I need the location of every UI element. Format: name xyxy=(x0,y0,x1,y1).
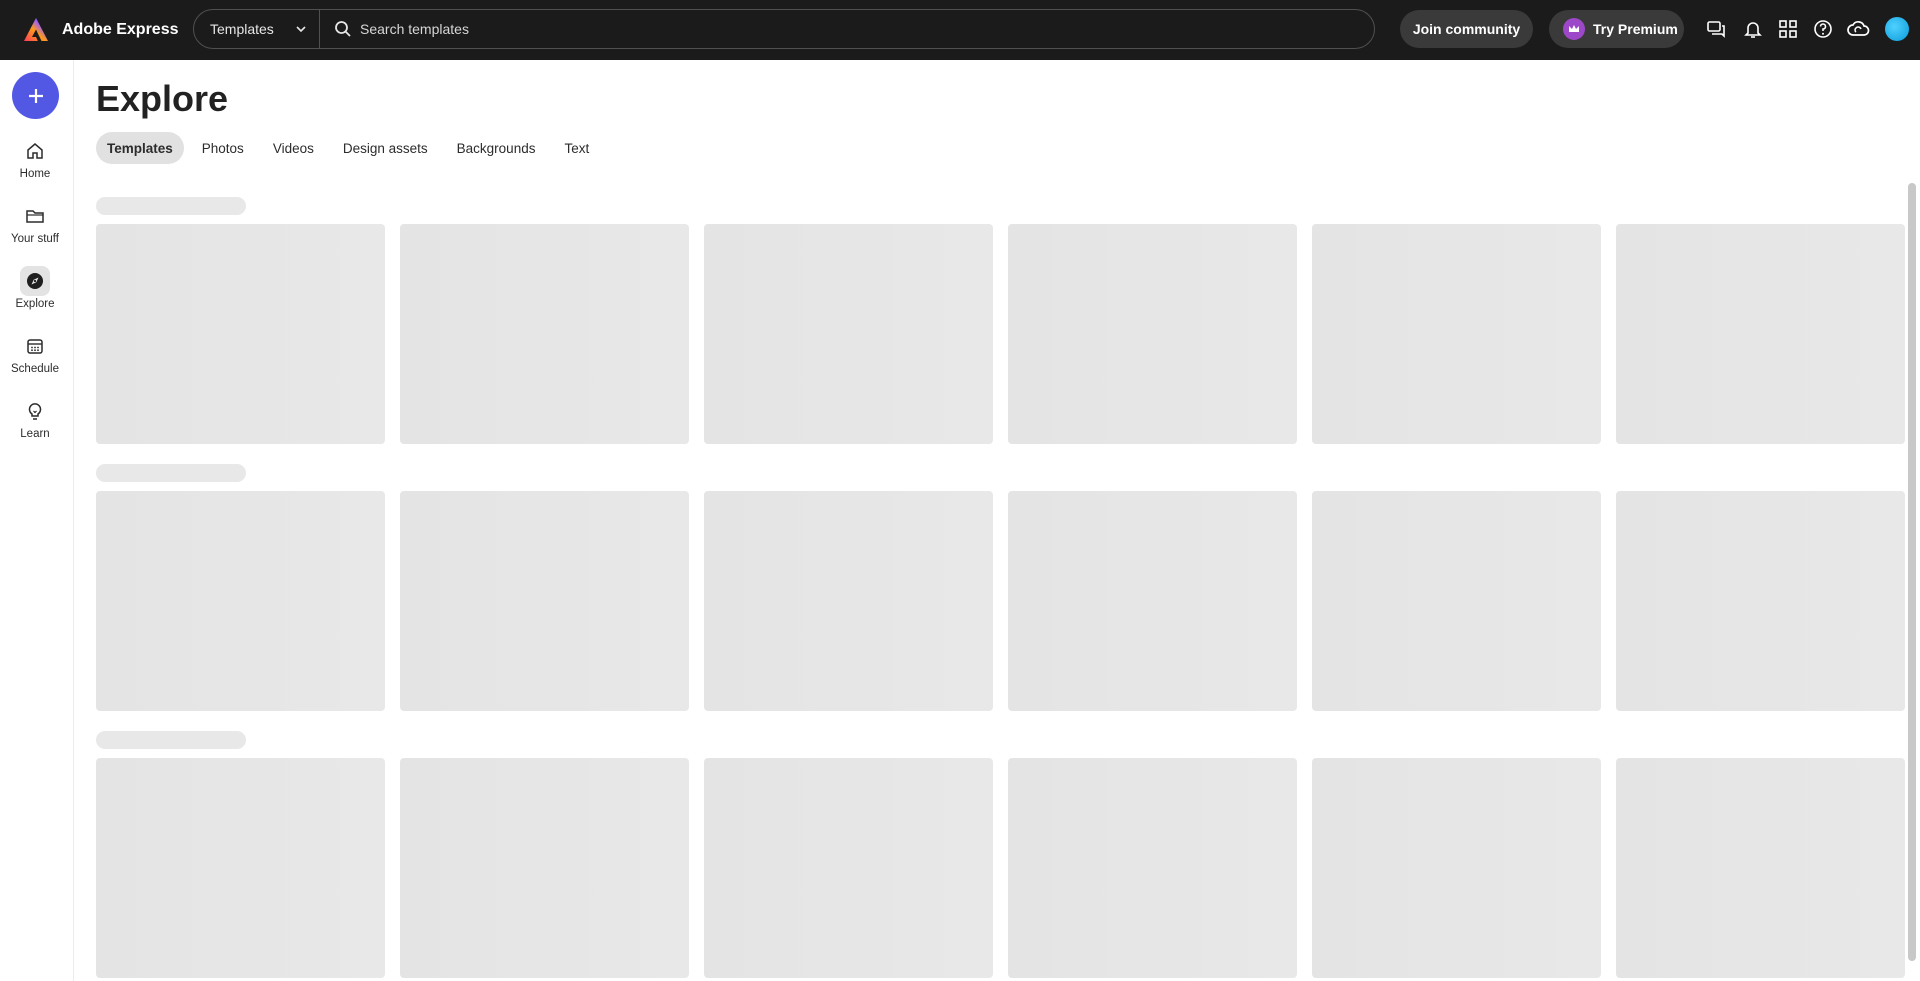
try-premium-label: Try Premium xyxy=(1593,21,1678,37)
skeleton-card xyxy=(96,758,385,978)
skeleton-card xyxy=(400,491,689,711)
skeleton-card xyxy=(1008,224,1297,444)
sidebar-item-label: Schedule xyxy=(11,363,59,375)
tab-photos[interactable]: Photos xyxy=(191,132,255,164)
sidebar-item-label: Learn xyxy=(20,428,50,440)
skeleton-card xyxy=(1312,224,1601,444)
sidebar-item-label: Your stuff xyxy=(11,233,59,245)
tab-text[interactable]: Text xyxy=(553,132,600,164)
search-icon xyxy=(335,21,351,37)
help-icon[interactable] xyxy=(1811,17,1835,41)
sidebar-item-home[interactable]: Home xyxy=(0,136,70,180)
skeleton-card xyxy=(704,491,993,711)
page-title: Explore xyxy=(96,78,229,119)
search-scope-label: Templates xyxy=(210,21,274,37)
try-premium-button[interactable]: Try Premium xyxy=(1549,10,1684,48)
skeleton-card xyxy=(1616,491,1905,711)
skeleton-row-title xyxy=(96,731,246,749)
bell-icon[interactable] xyxy=(1741,17,1765,41)
skeleton-card xyxy=(96,224,385,444)
app-logo[interactable]: Adobe Express xyxy=(22,16,192,44)
join-community-button[interactable]: Join community xyxy=(1400,10,1533,48)
search-bar: Templates xyxy=(193,9,1375,49)
scrollbar[interactable] xyxy=(1908,183,1916,961)
skeleton-card xyxy=(1616,224,1905,444)
skeleton-card xyxy=(400,758,689,978)
skeleton-card xyxy=(1616,758,1905,978)
explore-tabs: Templates Photos Videos Design assets Ba… xyxy=(96,132,607,164)
top-bar: Adobe Express Templates Join community T… xyxy=(0,0,1920,60)
sidebar-item-your-stuff[interactable]: Your stuff xyxy=(0,201,70,245)
folder-icon xyxy=(20,201,50,231)
calendar-icon xyxy=(20,331,50,361)
tab-videos[interactable]: Videos xyxy=(262,132,325,164)
home-icon xyxy=(20,136,50,166)
skeleton-card xyxy=(704,224,993,444)
skeleton-card xyxy=(1008,491,1297,711)
search-input[interactable] xyxy=(360,21,1260,37)
skeleton-card xyxy=(96,491,385,711)
skeleton-card xyxy=(704,758,993,978)
plus-icon xyxy=(28,88,43,103)
skeleton-card xyxy=(1312,758,1601,978)
adobe-express-logo-icon xyxy=(24,18,48,41)
tab-templates[interactable]: Templates xyxy=(96,132,184,164)
join-community-label: Join community xyxy=(1412,21,1521,37)
apps-grid-icon[interactable] xyxy=(1776,17,1800,41)
crown-icon xyxy=(1563,18,1585,40)
create-button[interactable] xyxy=(12,72,59,119)
skeleton-row-title xyxy=(96,197,246,215)
skeleton-row-title xyxy=(96,464,246,482)
skeleton-card xyxy=(400,224,689,444)
sidebar-item-explore[interactable]: Explore xyxy=(0,266,70,310)
chat-icon[interactable] xyxy=(1704,17,1728,41)
creative-cloud-icon[interactable] xyxy=(1846,17,1870,41)
explore-icon xyxy=(20,266,50,296)
sidebar-item-label: Explore xyxy=(15,298,55,310)
lightbulb-icon xyxy=(20,396,50,426)
avatar[interactable] xyxy=(1885,17,1909,41)
sidebar-item-label: Home xyxy=(19,168,51,180)
sidebar-item-schedule[interactable]: Schedule xyxy=(0,331,70,375)
tab-design-assets[interactable]: Design assets xyxy=(332,132,439,164)
skeleton-card xyxy=(1008,758,1297,978)
chevron-down-icon xyxy=(296,26,306,33)
sidebar-item-learn[interactable]: Learn xyxy=(0,396,70,440)
sidebar: Home Your stuff Explore Schedule Learn xyxy=(0,60,74,981)
search-scope-dropdown[interactable]: Templates xyxy=(194,10,320,48)
skeleton-card xyxy=(1312,491,1601,711)
app-name: Adobe Express xyxy=(62,21,179,38)
tab-backgrounds[interactable]: Backgrounds xyxy=(446,132,547,164)
